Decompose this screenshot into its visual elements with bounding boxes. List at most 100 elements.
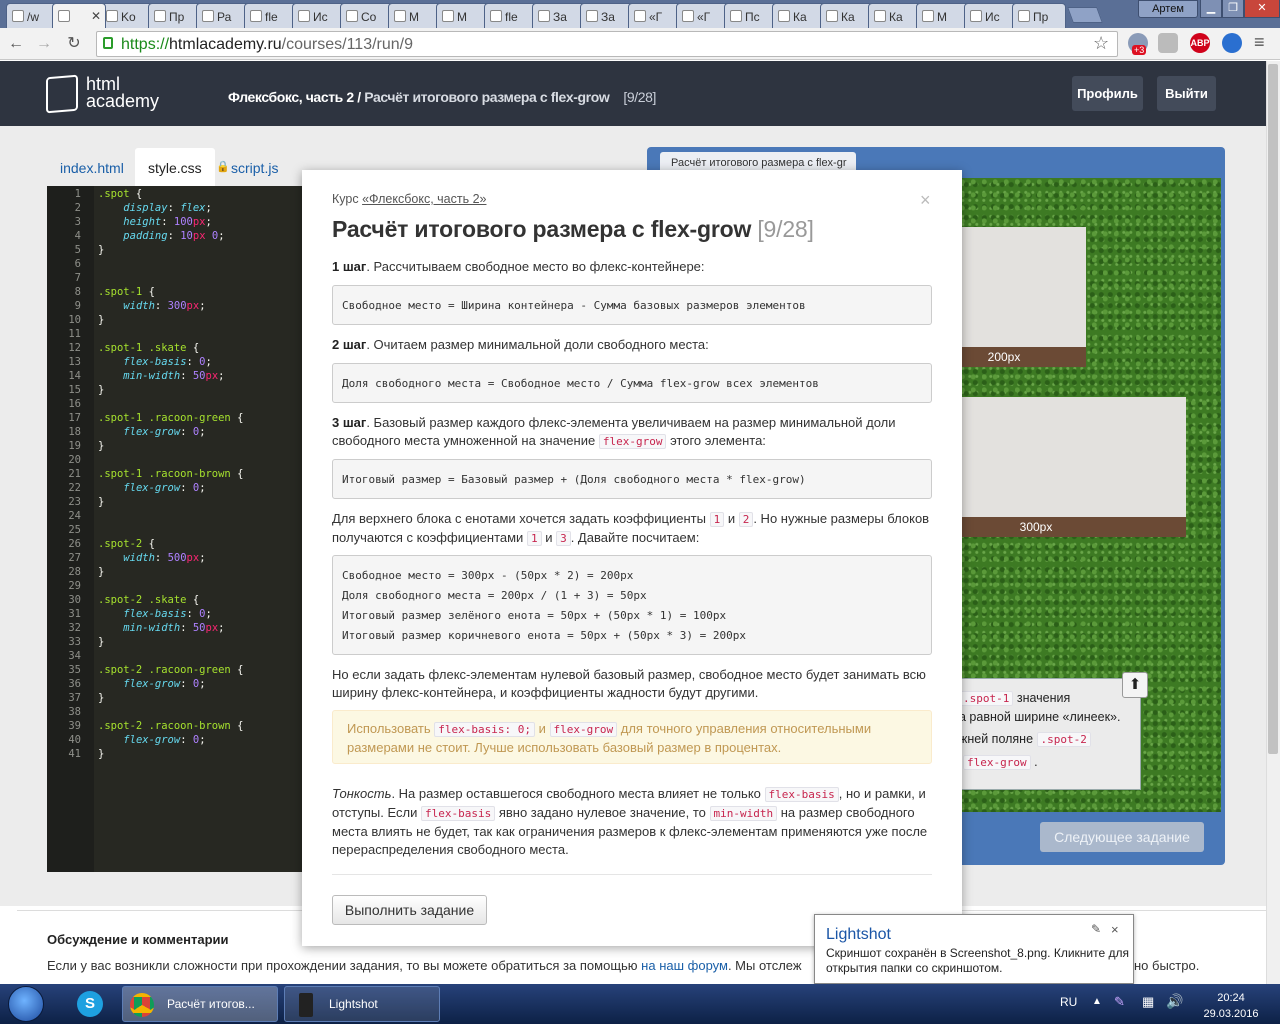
code-line[interactable]: } [98,748,104,760]
address-bar[interactable]: https://htmlacademy.ru/courses/113/run/9… [96,31,1118,57]
complete-task-button[interactable]: Выполнить задание [332,895,487,925]
browser-tab[interactable]: М [388,3,442,28]
browser-tab[interactable]: Ка [772,3,826,28]
arrow-up-icon[interactable]: ⬆ [1122,672,1148,698]
subtlety-paragraph: Тонкость. На размер оставшегося свободно… [332,786,928,857]
lightshot-notification[interactable]: Lightshot ✎ × Скриншот сохранён в Screen… [814,914,1134,984]
code-line[interactable]: padding: 10px 0; [98,230,224,242]
lightshot-tray-icon[interactable]: ✎ [1114,994,1125,1010]
browser-tab[interactable]: «Г [628,3,682,28]
browser-tab[interactable]: /w [6,3,58,28]
code-line[interactable]: min-width: 50px; [98,370,224,382]
scrollbar-thumb[interactable] [1268,64,1278,754]
back-icon[interactable]: ← [6,34,26,54]
browser-tab[interactable]: Ko [100,3,154,28]
forum-link[interactable]: на наш форум [641,958,728,973]
tab-index-html[interactable]: index.html [47,148,137,186]
browser-tab[interactable]: «Г [676,3,730,28]
code-line[interactable]: .spot-1 .skate { [98,342,199,354]
code-line[interactable]: .spot-2 .skate { [98,594,199,606]
code-line[interactable]: } [98,244,104,256]
code-line[interactable]: } [98,496,104,508]
browser-tab[interactable]: За [532,3,586,28]
code-line[interactable]: flex-grow: 0; [98,734,205,746]
reload-icon[interactable]: ↻ [64,34,84,54]
code-line[interactable]: } [98,384,104,396]
window-close-icon[interactable]: ✕ [1244,0,1280,18]
modal-course: Курс «Флексбокс, часть 2» [332,192,487,206]
tray-expand-icon[interactable]: ▲ [1092,996,1102,1007]
browser-tab[interactable]: Ка [820,3,874,28]
pin-icon[interactable]: ✎ [1091,922,1101,936]
browser-tab[interactable]: Пс [724,3,778,28]
course-link[interactable]: «Флексбокс, часть 2» [362,192,486,206]
globe-icon[interactable] [1222,33,1242,53]
line-number: 26 [68,538,81,550]
profile-link-button[interactable]: Профиль [1072,76,1143,111]
skype-taskbar-item[interactable]: S [70,986,112,1022]
next-task-button[interactable]: Следующее задание [1040,822,1204,852]
code-line[interactable]: flex-basis: 0; [98,608,212,620]
code-line[interactable]: } [98,566,104,578]
browser-tab[interactable]: Ра [196,3,250,28]
code-line[interactable]: .spot { [98,188,142,200]
chrome-taskbar-item[interactable]: Расчёт итогов... [122,986,278,1022]
logout-button[interactable]: Выйти [1157,76,1216,111]
menu-icon[interactable]: ≡ [1254,32,1265,53]
browser-tab[interactable]: М [916,3,970,28]
browser-tab[interactable]: fle [244,3,298,28]
forward-icon[interactable]: → [34,34,54,54]
tab-script-js[interactable]: 🔒 script.js [216,148,291,186]
code-line[interactable]: } [98,440,104,452]
tab-close-icon[interactable]: ✕ [91,9,101,23]
code-editor[interactable]: 1 2 3 4 5 6 7 8 9 10 11 12 13 14 15 16 17 18 19 20 21 22 23 24 2… [47,186,302,872]
code-line[interactable]: .spot-1 .racoon-green { [98,412,243,424]
code-line[interactable]: } [98,692,104,704]
code-line[interactable]: .spot-1 .racoon-brown { [98,468,243,480]
code-line[interactable]: .spot-2 .racoon-brown { [98,720,243,732]
code-line[interactable]: flex-grow: 0; [98,426,205,438]
browser-tab[interactable]: Ка [868,3,922,28]
code-line[interactable]: .spot-2 .racoon-green { [98,664,243,676]
close-icon[interactable]: × [1111,922,1119,937]
formula-3: Итоговый размер = Базовый размер + (Доля… [332,459,932,499]
browser-tab[interactable]: ✕ [52,3,106,28]
code-line[interactable]: min-width: 50px; [98,622,224,634]
shield-icon[interactable] [1158,33,1178,53]
browser-tab[interactable]: Пр [1012,3,1066,28]
code-line[interactable]: } [98,314,104,326]
browser-tab[interactable]: За [580,3,634,28]
browser-tab[interactable]: Ис [292,3,346,28]
code-line[interactable]: flex-grow: 0; [98,678,205,690]
code-line[interactable]: .spot-2 { [98,538,155,550]
start-button[interactable] [8,986,44,1022]
maximize-icon[interactable]: ❐ [1222,0,1244,18]
minimize-icon[interactable]: ▁ [1200,0,1222,18]
favicon-icon [490,10,502,22]
tab-style-css[interactable]: style.css [135,148,215,186]
line-number: 20 [68,454,81,466]
language-indicator[interactable]: RU [1060,995,1077,1009]
code-line[interactable]: flex-grow: 0; [98,482,205,494]
browser-tab[interactable]: Пр [148,3,202,28]
adblock-icon[interactable]: ABP [1190,33,1210,53]
browser-tab[interactable]: fle [484,3,538,28]
clock[interactable]: 20:24 29.03.2016 [1196,990,1266,1022]
code-line[interactable]: flex-basis: 0; [98,356,212,368]
code-line[interactable]: } [98,636,104,648]
code-line[interactable]: width: 300px; [98,300,205,312]
volume-icon[interactable]: 🔊 [1166,993,1183,1010]
browser-tab[interactable]: Со [340,3,394,28]
lightshot-taskbar-item[interactable]: Lightshot [284,986,440,1022]
profile-button[interactable]: Артем [1138,0,1198,18]
network-icon[interactable]: ▦ [1142,994,1154,1010]
close-icon[interactable]: × [920,190,931,211]
bookmark-star-icon[interactable]: ☆ [1093,33,1109,54]
new-tab-button[interactable] [1067,7,1103,23]
browser-tab[interactable]: М [436,3,490,28]
code-line[interactable]: .spot-1 { [98,286,155,298]
browser-tab[interactable]: Ис [964,3,1018,28]
code-line[interactable]: width: 500px; [98,552,205,564]
code-line[interactable]: display: flex; [98,202,212,214]
code-line[interactable]: height: 100px; [98,216,212,228]
